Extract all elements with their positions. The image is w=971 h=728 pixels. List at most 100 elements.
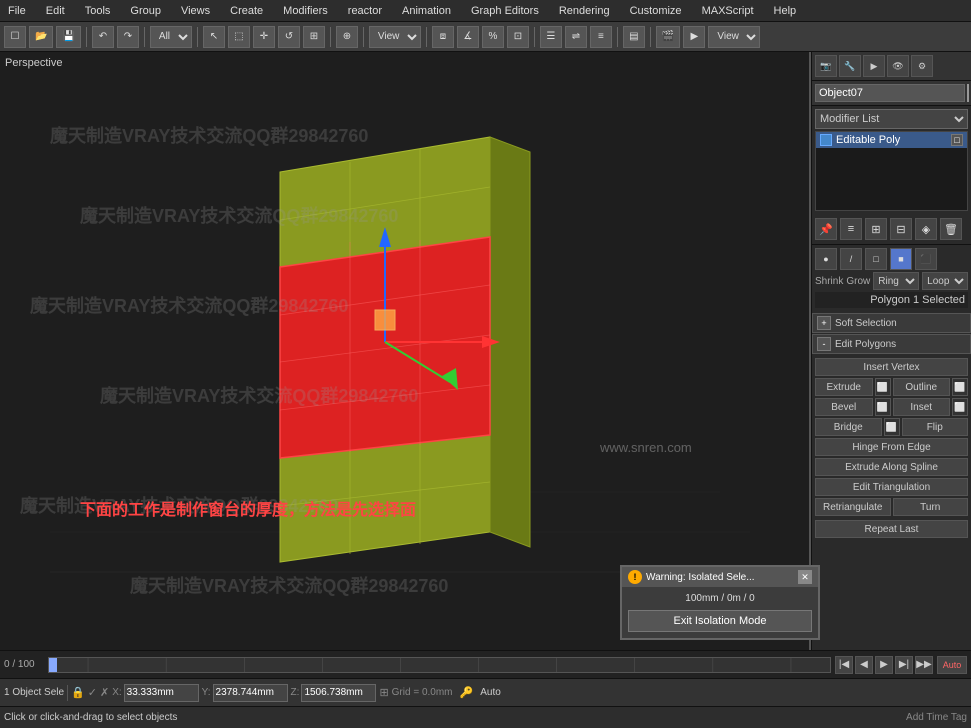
object-name-input[interactable] [815, 84, 965, 102]
prev-frame-btn[interactable]: ◀ [855, 656, 873, 674]
transform-confirm-icon[interactable]: ✓ [88, 686, 97, 699]
key-icon[interactable]: 🔑 [460, 686, 474, 699]
turn-btn[interactable]: Turn [893, 498, 969, 516]
extrude-along-spline-btn[interactable]: Extrude Along Spline [815, 458, 968, 476]
snap-toggle[interactable]: ⧈ [432, 26, 454, 48]
show-all-subtrees[interactable]: ⊞ [865, 218, 887, 240]
move-tool[interactable]: ✛ [253, 26, 275, 48]
extrude-btn[interactable]: Extrude [815, 378, 873, 396]
flip-btn[interactable]: Flip [902, 418, 969, 436]
edit-triangulation-btn[interactable]: Edit Triangulation [815, 478, 968, 496]
menu-help[interactable]: Help [770, 3, 801, 19]
panel-tab-motion[interactable]: ▶ [863, 55, 885, 77]
go-to-start-btn[interactable]: |◀ [835, 656, 853, 674]
outline-settings-btn[interactable]: ⬜ [952, 378, 968, 396]
retriangulate-btn[interactable]: Retriangulate [815, 498, 891, 516]
go-to-end-btn[interactable]: ▶▶ [915, 656, 933, 674]
lock-icon[interactable]: 🔒 [71, 686, 85, 699]
menu-views[interactable]: Views [177, 3, 214, 19]
element-mode-btn[interactable]: ⬛ [915, 248, 937, 270]
align[interactable]: ≡ [590, 26, 612, 48]
spinner-snap[interactable]: ⊡ [507, 26, 529, 48]
outline-btn[interactable]: Outline [893, 378, 951, 396]
repeat-last-btn[interactable]: Repeat Last [815, 520, 968, 538]
edge-mode-btn[interactable]: / [840, 248, 862, 270]
bridge-btn[interactable]: Bridge [815, 418, 882, 436]
remove-modifier[interactable]: 🗑 [940, 218, 962, 240]
modifier-list-dropdown[interactable]: Modifier List [815, 109, 968, 129]
menu-animation[interactable]: Animation [398, 3, 455, 19]
coord-mode-icon[interactable]: ⊞ [379, 686, 388, 699]
panel-tab-display[interactable]: 👁 [887, 55, 909, 77]
extrude-settings-btn[interactable]: ⬜ [875, 378, 891, 396]
menu-maxscript[interactable]: MAXScript [698, 3, 758, 19]
render-setup[interactable]: 🎬 [656, 26, 680, 48]
percent-snap[interactable]: % [482, 26, 504, 48]
edit-polygons-header[interactable]: - Edit Polygons [812, 334, 971, 354]
polygon-mode-btn[interactable]: ■ [890, 248, 912, 270]
ring-dropdown[interactable]: Ring [873, 272, 919, 290]
object-color-swatch[interactable] [967, 84, 969, 102]
show-modifier-results[interactable]: ⊟ [890, 218, 912, 240]
view-dropdown[interactable]: View [369, 26, 421, 48]
named-sel[interactable]: ☰ [540, 26, 562, 48]
layer-manager[interactable]: ▤ [623, 26, 645, 48]
modifier-checkbox[interactable] [820, 134, 832, 146]
bevel-btn[interactable]: Bevel [815, 398, 873, 416]
bridge-settings-btn[interactable]: ⬜ [884, 418, 900, 436]
select-region[interactable]: ⬚ [228, 26, 250, 48]
scale-tool[interactable]: ⊞ [303, 26, 325, 48]
panel-tab-hierarchy[interactable]: 🔧 [839, 55, 861, 77]
next-frame-btn[interactable]: ▶| [895, 656, 913, 674]
timeline-slider[interactable] [48, 657, 831, 673]
warning-close-btn[interactable]: ✕ [798, 570, 812, 584]
menu-customize[interactable]: Customize [626, 3, 686, 19]
angle-snap[interactable]: ∡ [457, 26, 479, 48]
hinge-from-edge-btn[interactable]: Hinge From Edge [815, 438, 968, 456]
toolbar-redo[interactable]: ↷ [117, 26, 139, 48]
menu-file[interactable]: File [4, 3, 30, 19]
menu-reactor[interactable]: reactor [344, 3, 386, 19]
modifier-editable-poly[interactable]: Editable Poly □ [816, 132, 967, 148]
mirror[interactable]: ⇌ [565, 26, 587, 48]
y-input[interactable] [213, 684, 288, 702]
menu-edit[interactable]: Edit [42, 3, 69, 19]
z-input[interactable] [301, 684, 376, 702]
vertex-mode-btn[interactable]: ● [815, 248, 837, 270]
render-prod[interactable]: ▶ [683, 26, 705, 48]
menu-modifiers[interactable]: Modifiers [279, 3, 332, 19]
soft-selection-header[interactable]: + Soft Selection [812, 313, 971, 333]
inset-settings-btn[interactable]: ⬜ [952, 398, 968, 416]
panel-tab-utilities[interactable]: ⚙ [911, 55, 933, 77]
modifier-expand-btn[interactable]: □ [951, 134, 963, 146]
transform-cancel-icon[interactable]: ✗ [100, 686, 109, 699]
bevel-settings-btn[interactable]: ⬜ [875, 398, 891, 416]
menu-create[interactable]: Create [226, 3, 267, 19]
configure-modifier-sets[interactable]: ≡ [840, 218, 862, 240]
auto-key-btn[interactable]: Auto [937, 656, 967, 674]
menu-graph-editors[interactable]: Graph Editors [467, 3, 543, 19]
border-mode-btn[interactable]: □ [865, 248, 887, 270]
select-tool[interactable]: ↖ [203, 26, 225, 48]
exit-isolation-mode-btn[interactable]: Exit Isolation Mode [628, 610, 812, 632]
loop-dropdown[interactable]: Loop [922, 272, 968, 290]
panel-tab-scene[interactable]: 📷 [815, 55, 837, 77]
rotate-tool[interactable]: ↺ [278, 26, 300, 48]
pin-stack-btn[interactable]: 📌 [815, 218, 837, 240]
selection-filter-dropdown[interactable]: All [150, 26, 192, 48]
make-unique[interactable]: ◈ [915, 218, 937, 240]
menu-tools[interactable]: Tools [81, 3, 115, 19]
toolbar-undo[interactable]: ↶ [92, 26, 114, 48]
toolbar-new[interactable]: ☐ [4, 26, 26, 48]
toolbar-open[interactable]: 📂 [29, 26, 53, 48]
viewport[interactable]: Perspective [0, 52, 811, 650]
soft-selection-toggle[interactable]: + [817, 316, 831, 330]
edit-polygons-toggle[interactable]: - [817, 337, 831, 351]
insert-vertex-btn[interactable]: Insert Vertex [815, 358, 968, 376]
menu-group[interactable]: Group [126, 3, 165, 19]
menu-rendering[interactable]: Rendering [555, 3, 614, 19]
x-input[interactable] [124, 684, 199, 702]
reference-coord[interactable]: ⊕ [336, 26, 358, 48]
render-view-dropdown[interactable]: View [708, 26, 760, 48]
play-btn[interactable]: ▶ [875, 656, 893, 674]
